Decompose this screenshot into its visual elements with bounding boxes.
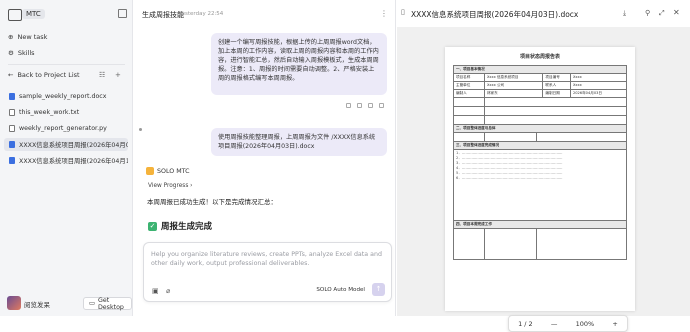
- send-button[interactable]: ↑: [372, 283, 385, 296]
- image-upload-icon[interactable]: ▣: [152, 287, 159, 295]
- attach-icon[interactable]: ⌀: [166, 287, 170, 295]
- section-header: 一、项目基本情况: [453, 65, 627, 74]
- brand-label[interactable]: MTC: [22, 9, 45, 19]
- input-placeholder: Help you organize literature reviews, cr…: [151, 251, 382, 267]
- user-name: 阅览发呆: [24, 301, 50, 309]
- solo-logo-icon: [146, 167, 154, 175]
- download-icon[interactable]: ⤓: [623, 9, 626, 18]
- pin-icon[interactable]: ⚲: [645, 9, 650, 17]
- avatar[interactable]: [7, 296, 21, 310]
- desktop-icon: ▭: [89, 300, 95, 307]
- like-icon[interactable]: [368, 103, 373, 108]
- file-item-active[interactable]: XXXX信息系统项目周报(2026年04月03...: [4, 138, 128, 151]
- skills-icon: ⚙: [8, 49, 14, 57]
- sidebar: MTC ⊕ New task ⚙ Skills ← Back to Projec…: [0, 0, 133, 316]
- maximize-icon[interactable]: ⤢: [659, 9, 665, 18]
- nav-label: Skills: [17, 49, 35, 57]
- assistant-reply: 本周周报已成功生成！以下是完成情况汇总：: [147, 198, 277, 206]
- page-heading: 项目状态周报告表: [519, 54, 560, 60]
- zoom-out-button[interactable]: —: [551, 320, 558, 328]
- list-view-icon[interactable]: ☷: [99, 71, 105, 79]
- user-message: 使用周报技能整理周报，上周周报为文件 /XXXX信息系统项目周报(2026年04…: [211, 128, 387, 156]
- zoom-level: 100%: [575, 319, 595, 328]
- get-desktop-button[interactable]: ▭ Get Desktop: [83, 297, 132, 311]
- check-icon: ✓: [148, 221, 157, 231]
- timeline-dot: [139, 128, 142, 131]
- chat-input[interactable]: Help you organize literature reviews, cr…: [143, 242, 392, 302]
- message-actions[interactable]: [346, 103, 384, 108]
- assistant-header: SOLO MTC: [146, 167, 190, 175]
- nav-new-task[interactable]: ⊕ New task: [8, 31, 47, 43]
- file-item[interactable]: sample_weekly_report.docx: [4, 90, 128, 103]
- plus-circle-icon: ⊕: [8, 33, 14, 41]
- docx-file-icon: [9, 93, 15, 100]
- file-item[interactable]: XXXX信息系统项目周报(2026年04月10...: [4, 154, 128, 167]
- document-canvas[interactable]: 项目状态周报告表 一、项目基本情况 项目名称 Xxxx 信息系统项目 项目编号 Xxx…: [397, 27, 690, 332]
- back-label: Back to Project List: [17, 71, 80, 79]
- chat-time: Yesterday 22:54: [179, 11, 224, 17]
- model-selector[interactable]: SOLO Auto Model: [316, 287, 365, 293]
- nav-skills[interactable]: ⚙ Skills: [8, 47, 35, 59]
- zoom-in-button[interactable]: +: [612, 320, 617, 328]
- app-logo-icon: [8, 9, 22, 21]
- file-item[interactable]: weekly_report_generator.py: [4, 122, 128, 135]
- file-item[interactable]: this_week_work.txt: [4, 106, 128, 119]
- txt-file-icon: [9, 109, 15, 116]
- docx-file-icon: [9, 157, 15, 164]
- chat-title: 生成周报技能: [142, 11, 184, 19]
- docx-file-icon: [9, 141, 15, 148]
- document-page: 项目状态周报告表 一、项目基本情况 项目名称 Xxxx 信息系统项目 项目编号 Xxx…: [445, 47, 635, 311]
- view-progress-link[interactable]: View Progress ›: [148, 183, 193, 189]
- chat-panel: 生成周报技能 Yesterday 22:54 ⋮ 创建一个编写周报技能，根据上传…: [134, 0, 396, 316]
- sidebar-collapse-icon[interactable]: [118, 9, 127, 18]
- edit-icon[interactable]: [357, 103, 362, 108]
- document-title: XXXX信息系统项目周报(2026年04月03日).docx: [411, 10, 579, 19]
- close-icon[interactable]: ✕: [673, 8, 680, 17]
- dislike-icon[interactable]: [379, 103, 384, 108]
- add-file-icon[interactable]: +: [115, 71, 121, 79]
- divider: [8, 64, 125, 65]
- zoom-toolbar: 1 / 2 — 100% +: [508, 315, 628, 332]
- document-preview: ▯ XXXX信息系统项目周报(2026年04月03日).docx ⤓ ⚲ ⤢ ✕…: [397, 0, 690, 332]
- panel-toggle-icon[interactable]: ▯: [401, 8, 405, 16]
- copy-icon[interactable]: [346, 103, 351, 108]
- nav-label: New task: [17, 33, 48, 41]
- py-file-icon: [9, 125, 15, 132]
- back-to-projects[interactable]: ← Back to Project List: [8, 69, 80, 81]
- page-indicator: 1 / 2: [518, 319, 533, 328]
- more-icon[interactable]: ⋮: [380, 9, 388, 18]
- back-arrow-icon: ←: [8, 71, 14, 79]
- user-message: 创建一个编写周报技能，根据上传的上周周报word文档，加上本周的工作内容，读取上…: [211, 33, 387, 95]
- done-heading: ✓ 周报生成完成: [148, 221, 213, 232]
